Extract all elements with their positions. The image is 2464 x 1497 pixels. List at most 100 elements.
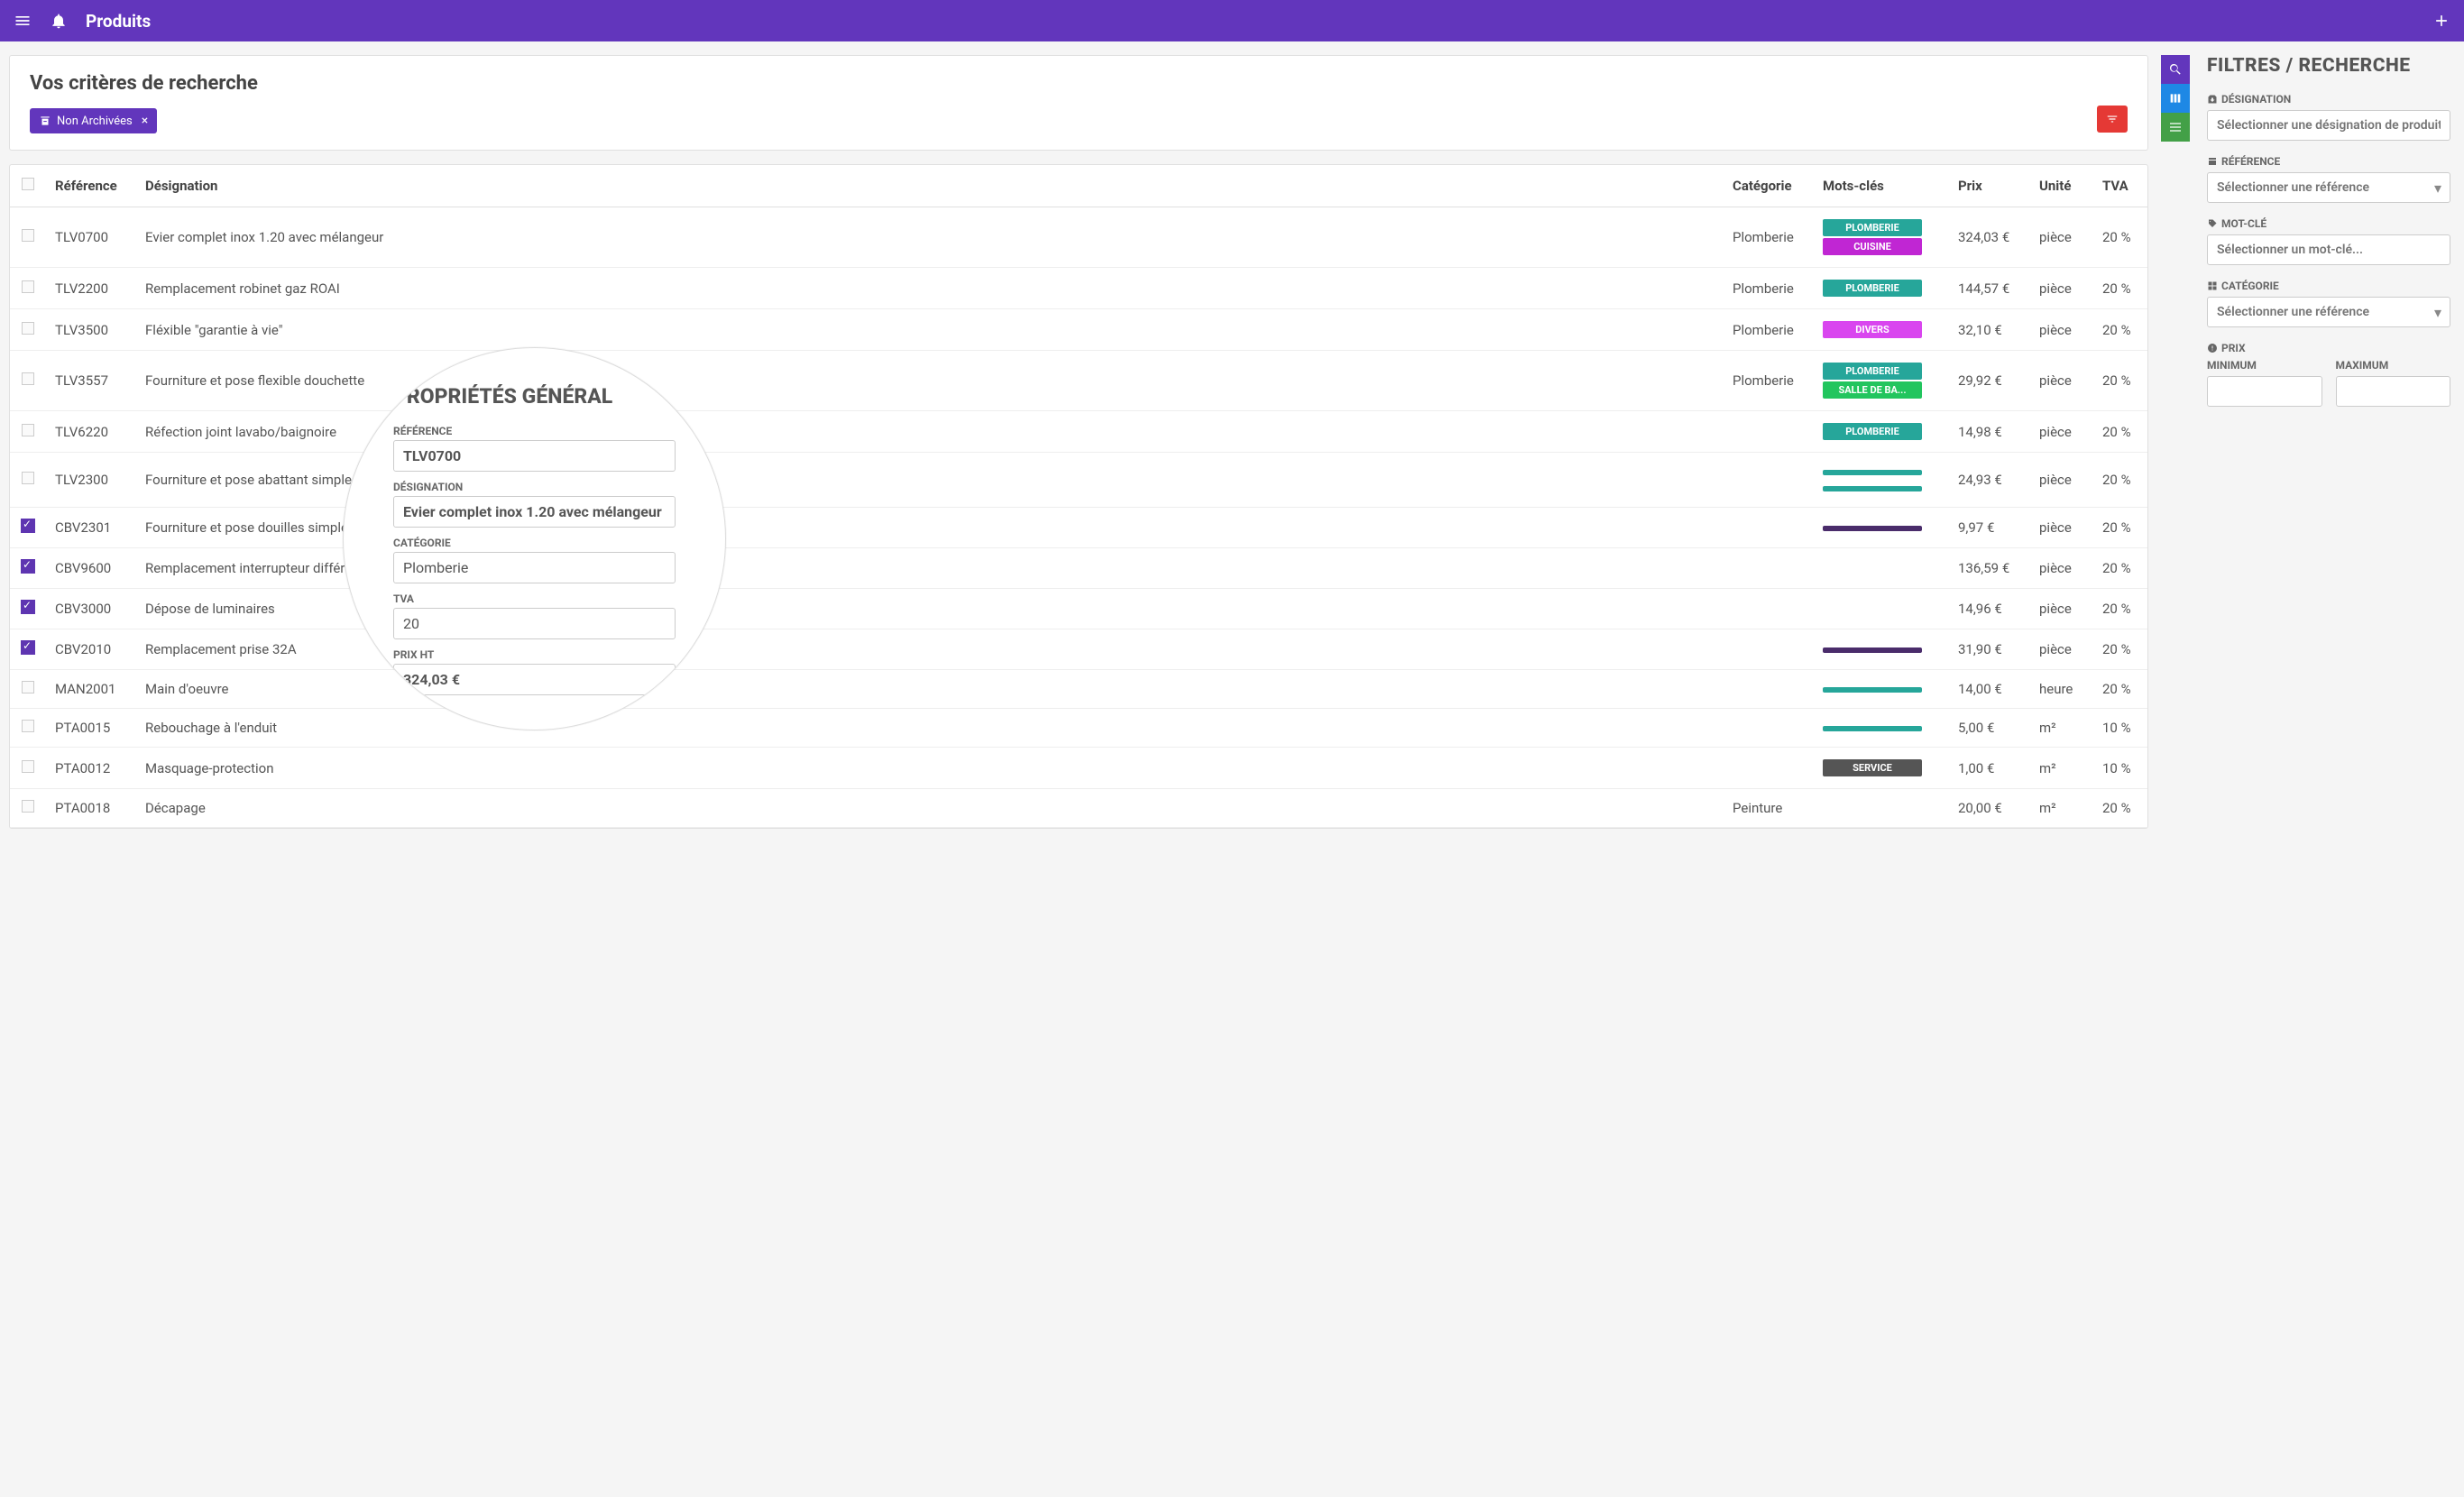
row-checkbox[interactable]: [21, 559, 35, 574]
cell-tva: 10 %: [2093, 748, 2147, 789]
cell-tags: PLOMBERIE: [1814, 411, 1949, 453]
cell-tva: 20 %: [2093, 309, 2147, 351]
cell-tags: [1814, 453, 1949, 508]
table-row[interactable]: TLV2200Remplacement robinet gaz ROAIPlom…: [10, 268, 2147, 309]
tag: [1823, 470, 1922, 475]
cell-unite: m²: [2030, 748, 2093, 789]
col-prix[interactable]: Prix: [1949, 165, 2030, 207]
table-row[interactable]: CBV2010Remplacement prise 32A31,90 €pièc…: [10, 629, 2147, 670]
cell-cat: [1724, 453, 1814, 508]
table-row[interactable]: PTA0015Rebouchage à l'enduit5,00 €m²10 %: [10, 709, 2147, 748]
products-table: Référence Désignation Catégorie Mots-clé…: [9, 164, 2148, 829]
filter-price-min-input[interactable]: [2207, 376, 2322, 407]
table-row[interactable]: TLV3500Fléxible "garantie à vie"Plomberi…: [10, 309, 2147, 351]
col-reference[interactable]: Référence: [46, 165, 136, 207]
filter-chip-archived[interactable]: Non Archivées ×: [30, 108, 157, 133]
tag: DIVERS: [1823, 321, 1922, 338]
add-icon[interactable]: [2432, 12, 2450, 30]
cell-cat: [1724, 548, 1814, 589]
cell-ref: TLV6220: [46, 411, 136, 453]
table-row[interactable]: CBV2301Fourniture et pose douilles simpl…: [10, 508, 2147, 548]
toolbar-columns-button[interactable]: [2161, 84, 2190, 113]
cell-ref: PTA0015: [46, 709, 136, 748]
table-row[interactable]: TLV3557Fourniture et pose flexible douch…: [10, 351, 2147, 411]
col-categorie[interactable]: Catégorie: [1724, 165, 1814, 207]
cell-ref: TLV2300: [46, 453, 136, 508]
popup-des-input[interactable]: [393, 496, 676, 528]
cell-unite: pièce: [2030, 453, 2093, 508]
table-row[interactable]: CBV9600Remplacement interrupteur différe…: [10, 548, 2147, 589]
popup-ref-input[interactable]: [393, 440, 676, 472]
cell-prix: 31,90 €: [1949, 629, 2030, 670]
clear-filters-button[interactable]: [2097, 106, 2128, 133]
row-checkbox[interactable]: [21, 519, 35, 533]
cell-tags: PLOMBERIECUISINE: [1814, 207, 1949, 268]
cell-tags: [1814, 789, 1949, 828]
cell-tags: [1814, 670, 1949, 709]
select-all-checkbox[interactable]: [22, 178, 34, 190]
cell-tags: [1814, 589, 1949, 629]
table-row[interactable]: PTA0018DécapagePeinture20,00 €m²20 %: [10, 789, 2147, 828]
row-checkbox[interactable]: [22, 681, 34, 693]
filter-categorie-select[interactable]: [2207, 297, 2450, 327]
col-tva[interactable]: TVA: [2093, 165, 2147, 207]
row-checkbox[interactable]: [22, 760, 34, 773]
cell-tags: [1814, 629, 1949, 670]
menu-icon[interactable]: [14, 12, 32, 30]
cell-des: Rebouchage à l'enduit: [136, 709, 1724, 748]
col-unite[interactable]: Unité: [2030, 165, 2093, 207]
row-checkbox[interactable]: [21, 640, 35, 655]
filter-motcle-input[interactable]: [2207, 234, 2450, 265]
row-checkbox[interactable]: [22, 800, 34, 813]
cell-cat: [1724, 748, 1814, 789]
table-row[interactable]: CBV3000Dépose de luminaires14,96 €pièce2…: [10, 589, 2147, 629]
cell-des: Masquage-protection: [136, 748, 1724, 789]
cell-tags: [1814, 508, 1949, 548]
row-checkbox[interactable]: [22, 322, 34, 335]
tag: [1823, 687, 1922, 693]
tag: PLOMBERIE: [1823, 363, 1922, 380]
popup-cat-input[interactable]: [393, 552, 676, 583]
bell-icon[interactable]: [50, 12, 68, 30]
popup-tva-input[interactable]: [393, 608, 676, 639]
row-checkbox[interactable]: [22, 472, 34, 484]
cell-unite: pièce: [2030, 351, 2093, 411]
table-row[interactable]: MAN2001Main d'oeuvre14,00 €heure20 %: [10, 670, 2147, 709]
row-checkbox[interactable]: [22, 424, 34, 436]
cell-prix: 324,03 €: [1949, 207, 2030, 268]
tag: SERVICE: [1823, 759, 1922, 776]
col-designation[interactable]: Désignation: [136, 165, 1724, 207]
popup-cat-label: CATÉGORIE: [393, 537, 676, 549]
row-checkbox[interactable]: [22, 229, 34, 242]
cell-ref: MAN2001: [46, 670, 136, 709]
cell-prix: 32,10 €: [1949, 309, 2030, 351]
row-checkbox[interactable]: [22, 720, 34, 732]
cell-cat: [1724, 411, 1814, 453]
filters-title: FILTRES / RECHERCHE: [2207, 55, 2450, 77]
cell-ref: TLV3557: [46, 351, 136, 411]
cell-ref: PTA0012: [46, 748, 136, 789]
table-row[interactable]: TLV0700Evier complet inox 1.20 avec méla…: [10, 207, 2147, 268]
row-checkbox[interactable]: [21, 600, 35, 614]
row-checkbox[interactable]: [22, 280, 34, 293]
table-row[interactable]: TLV6220Réfection joint lavabo/baignoireP…: [10, 411, 2147, 453]
cell-unite: pièce: [2030, 629, 2093, 670]
popup-prix-input[interactable]: [393, 664, 676, 695]
tag: [1823, 726, 1922, 731]
table-row[interactable]: TLV2300Fourniture et pose abattant simpl…: [10, 453, 2147, 508]
toolbar-search-button[interactable]: [2161, 55, 2190, 84]
cell-des: Fourniture et pose flexible douchette: [136, 351, 1724, 411]
cell-unite: pièce: [2030, 309, 2093, 351]
toolbar-list-button[interactable]: [2161, 113, 2190, 142]
filters-panel: FILTRES / RECHERCHE DÉSIGNATION RÉFÉRENC…: [2202, 55, 2455, 829]
row-checkbox[interactable]: [22, 372, 34, 385]
app-header: Produits: [0, 0, 2464, 41]
filter-designation-input[interactable]: [2207, 110, 2450, 141]
filter-price-max-input[interactable]: [2336, 376, 2451, 407]
chip-remove-icon[interactable]: ×: [142, 114, 148, 128]
filter-reference-select[interactable]: [2207, 172, 2450, 203]
col-motscles[interactable]: Mots-clés: [1814, 165, 1949, 207]
table-row[interactable]: PTA0012Masquage-protectionSERVICE1,00 €m…: [10, 748, 2147, 789]
product-detail-popup: PROPRIÉTÉS GÉNÉRAL RÉFÉRENCE DÉSIGNATION…: [343, 347, 726, 730]
cell-prix: 14,00 €: [1949, 670, 2030, 709]
